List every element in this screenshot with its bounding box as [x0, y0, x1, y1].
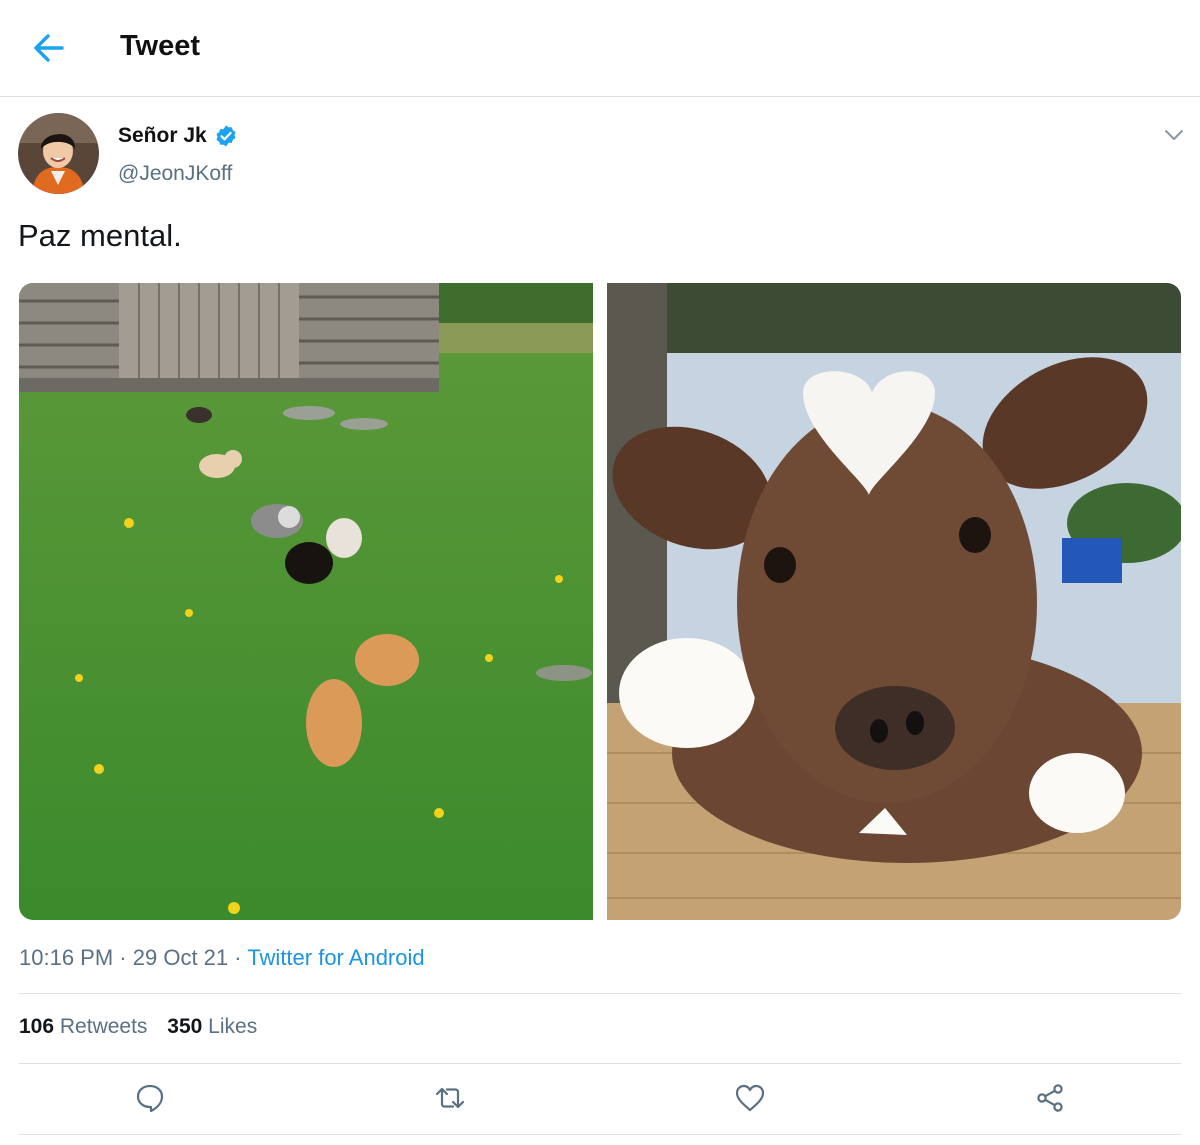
author-name[interactable]: Señor Jk [118, 124, 207, 148]
page-title: Tweet [120, 30, 201, 62]
likes-count: 350 [167, 1015, 203, 1038]
retweets-count: 106 [19, 1015, 55, 1038]
retweets-label: Retweets [59, 1015, 148, 1038]
divider [19, 1063, 1181, 1064]
reply-icon[interactable] [134, 1082, 166, 1114]
meta-separator: · [119, 945, 127, 970]
divider [19, 993, 1181, 994]
verified-badge-icon [216, 125, 236, 147]
heart-icon[interactable] [734, 1082, 766, 1114]
photo-cats[interactable] [19, 283, 593, 920]
tweet-meta: 10:16 PM · 29 Oct 21 · Twitter for Andro… [19, 945, 425, 971]
tweet-time: 10:16 PM [19, 945, 114, 970]
chevron-down-icon[interactable] [1162, 125, 1186, 145]
avatar[interactable] [18, 113, 99, 194]
divider [19, 1134, 1181, 1135]
retweet-icon[interactable] [434, 1082, 466, 1114]
tweet-date: 29 Oct 21 [132, 945, 229, 970]
tweet-source-link[interactable]: Twitter for Android [247, 945, 424, 970]
likes-stat[interactable]: 350 Likes [167, 1015, 257, 1038]
likes-label: Likes [208, 1015, 258, 1038]
meta-separator: · [234, 945, 242, 970]
author-handle[interactable]: @JeonJKoff [118, 162, 232, 186]
retweets-stat[interactable]: 106 Retweets [19, 1015, 147, 1038]
photo-calf[interactable] [607, 283, 1181, 920]
tweet-text: Paz mental. [18, 218, 182, 253]
share-icon[interactable] [1034, 1082, 1066, 1114]
back-arrow-icon[interactable] [28, 28, 68, 68]
top-bar: Tweet [0, 0, 1200, 97]
tweet-stats: 106 Retweets 350 Likes [19, 1015, 271, 1039]
